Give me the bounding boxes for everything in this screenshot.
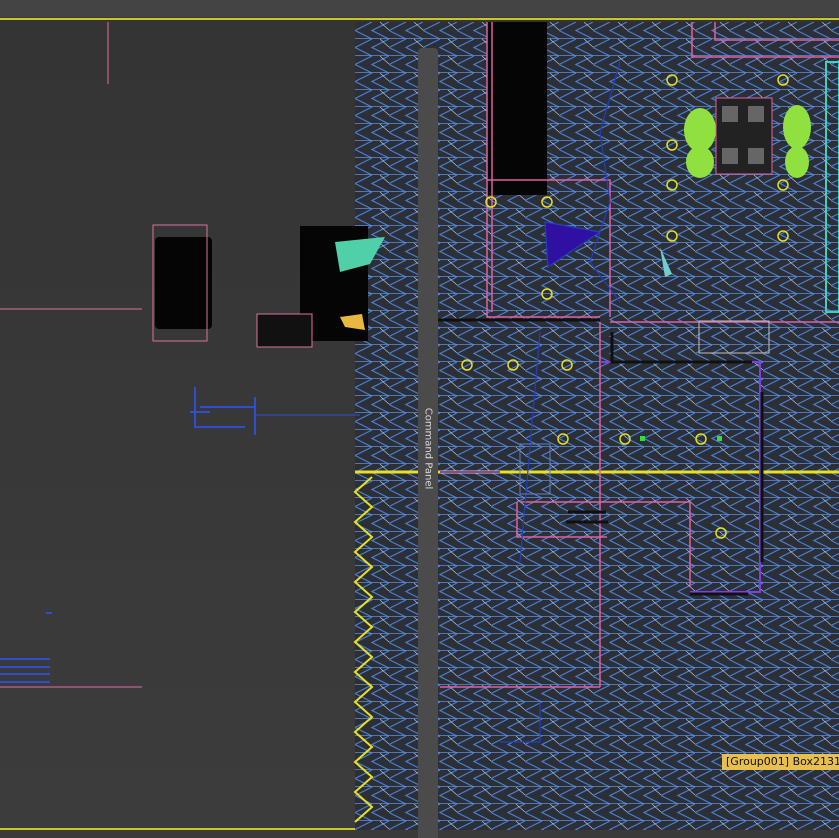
- top-toolbar: [0, 0, 839, 17]
- command-panel-tab[interactable]: Command Panel: [418, 48, 438, 838]
- object-tooltip: [Group001] Box2131637: [722, 754, 839, 770]
- black-box: [155, 237, 212, 329]
- command-panel-label: Command Panel: [422, 407, 434, 490]
